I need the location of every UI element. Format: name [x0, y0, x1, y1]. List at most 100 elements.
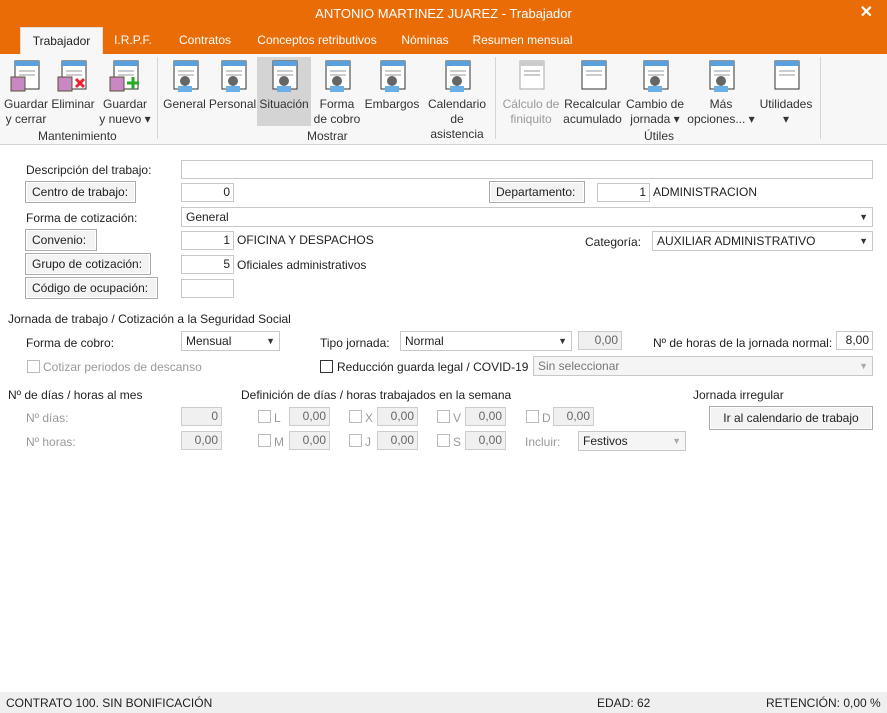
semana-section-title: Definición de días / horas trabajados en… — [241, 388, 512, 402]
dias-label: Nº días: — [26, 411, 69, 425]
ir-calendario-button[interactable]: Ir al calendario de trabajo — [709, 406, 873, 430]
tab-conceptos-retributivos[interactable]: Conceptos retributivos — [252, 27, 382, 54]
group-label-mantenimiento: Mantenimiento — [38, 129, 117, 143]
ribbon-button-label: Situación — [259, 97, 309, 111]
categoria-select[interactable]: AUXILIAR ADMINISTRATIVO ▼ — [652, 231, 873, 251]
ribbon-button-label-2: y nuevo ▾ — [99, 112, 151, 126]
tab-resumen-mensual[interactable]: Resumen mensual — [470, 27, 575, 54]
day-J-hours-input: 0,00 — [377, 431, 418, 450]
grupo-cotizacion-input[interactable]: 5 — [181, 255, 234, 274]
day-V-hours-input: 0,00 — [465, 407, 506, 426]
day-X-hours-input: 0,00 — [377, 407, 418, 426]
ribbon-button-label-2: de cobro — [313, 112, 361, 126]
cotizar-descanso-checkbox[interactable] — [27, 360, 40, 373]
convenio-input[interactable]: 1 — [181, 231, 234, 250]
descripcion-input[interactable] — [181, 160, 873, 179]
ribbon-button-delete[interactable]: Eliminar — [50, 57, 96, 126]
ribbon-button-label: Guardar — [4, 97, 49, 111]
close-icon[interactable]: ✕ — [860, 2, 873, 22]
centro-trabajo-button[interactable]: Centro de trabajo: — [25, 181, 136, 203]
dias-input: 0 — [181, 407, 222, 426]
ribbon-button-save-close[interactable]: Guardar y cerrar — [4, 57, 48, 126]
ribbon-button-label-2: opciones... ▾ — [687, 112, 755, 126]
chevron-down-icon: ▼ — [558, 336, 567, 346]
day-V-label: V — [453, 411, 462, 425]
forma-cobro-value: Mensual — [186, 334, 232, 348]
tab-irpf[interactable]: I.R.P.F. — [108, 27, 158, 54]
ribbon-button-personal[interactable]: Personal — [208, 57, 257, 126]
situation-icon — [272, 60, 298, 92]
day-L-checkbox[interactable] — [258, 410, 271, 423]
ribbon-button-settlement[interactable]: Cálculo de finiquito — [501, 57, 561, 126]
convenio-name: OFICINA Y DESPACHOS — [237, 233, 374, 247]
convenio-button[interactable]: Convenio: — [25, 229, 97, 251]
ribbon-button-label: Cálculo de — [502, 97, 560, 111]
ribbon-button-label-2: acumulado — [563, 112, 622, 126]
horas-mes-input: 0,00 — [181, 431, 222, 450]
ribbon-button-shift-change[interactable]: Cambio de jornada ▾ — [624, 57, 686, 126]
centro-trabajo-input[interactable]: 0 — [181, 183, 234, 202]
status-retencion: RETENCIÓN: 0,00 % — [766, 696, 881, 710]
day-X-checkbox[interactable] — [349, 410, 362, 423]
ribbon-button-payment[interactable]: Forma de cobro — [312, 57, 362, 126]
group-separator — [495, 57, 496, 139]
ribbon-button-calculator[interactable]: Utilidades ▾ — [757, 57, 815, 126]
departamento-button[interactable]: Departamento: — [489, 181, 585, 203]
ribbon-button-label: Forma — [319, 97, 355, 111]
codigo-ocupacion-button[interactable]: Código de ocupación: — [25, 277, 158, 299]
tipo-jornada-label: Tipo jornada: — [320, 336, 390, 350]
ribbon-button-general[interactable]: General — [162, 57, 207, 126]
day-M-checkbox[interactable] — [258, 434, 271, 447]
ribbon-button-more-options[interactable]: Más opciones... ▾ — [686, 57, 756, 126]
day-D-checkbox[interactable] — [526, 410, 539, 423]
more-options-icon — [709, 60, 735, 92]
ribbon-button-situation[interactable]: Situación — [257, 57, 311, 126]
tipo-jornada-select[interactable]: Normal ▼ — [400, 331, 572, 351]
day-V-checkbox[interactable] — [437, 410, 450, 423]
forma-cobro-select[interactable]: Mensual ▼ — [181, 331, 280, 351]
sum-icon — [581, 60, 606, 90]
chevron-down-icon: ▼ — [672, 436, 681, 446]
tipo-jornada-extra-input: 0,00 — [578, 331, 622, 350]
incluir-value: Festivos — [583, 434, 628, 448]
reduccion-select[interactable]: Sin seleccionar ▼ — [533, 356, 873, 376]
group-label-utiles: Útiles — [644, 129, 675, 143]
tab-contratos[interactable]: Contratos — [170, 27, 240, 54]
status-edad: EDAD: 62 — [597, 696, 651, 710]
day-J-checkbox[interactable] — [349, 434, 362, 447]
codigo-ocupacion-input[interactable] — [181, 279, 234, 298]
horas-jornada-input[interactable]: 8,00 — [836, 331, 873, 350]
payment-icon — [325, 60, 351, 92]
grupo-cotizacion-button[interactable]: Grupo de cotización: — [25, 253, 151, 275]
forma-cotizacion-select[interactable]: General ▼ — [181, 207, 873, 227]
day-S-checkbox[interactable] — [437, 434, 450, 447]
ribbon-button-label: General — [163, 97, 206, 111]
calculator-icon — [774, 60, 800, 90]
ribbon-button-sum[interactable]: Recalcular acumulado — [562, 57, 623, 126]
group-separator — [820, 57, 821, 139]
descripcion-label: Descripción del trabajo: — [26, 163, 152, 177]
ribbon-button-label: Guardar — [102, 97, 148, 111]
chevron-down-icon: ▼ — [859, 361, 868, 371]
ribbon-button-calendar[interactable]: Calendario de asistencia — [422, 57, 492, 141]
status-contrato: CONTRATO 100. SIN BONIFICACIÓN — [6, 696, 213, 710]
reduccion-label: Reducción guarda legal / COVID-19 — [337, 360, 529, 374]
ribbon-button-label-2: ▾ — [782, 112, 790, 126]
grupo-cotizacion-name: Oficiales administrativos — [237, 258, 367, 272]
tab-nominas[interactable]: Nóminas — [395, 27, 455, 54]
incluir-select[interactable]: Festivos ▼ — [578, 431, 686, 451]
tab-trabajador[interactable]: Trabajador — [20, 27, 103, 54]
reduccion-value: Sin seleccionar — [538, 359, 620, 373]
ribbon-button-save-new[interactable]: Guardar y nuevo ▾ — [99, 57, 151, 126]
reduccion-checkbox[interactable] — [320, 360, 333, 373]
horas-jornada-label: Nº de horas de la jornada normal: — [653, 336, 833, 350]
tipo-jornada-value: Normal — [405, 334, 444, 348]
mes-section-title: Nº de días / horas al mes — [8, 388, 143, 402]
ribbon-button-label: Recalcular — [564, 97, 621, 111]
ribbon-button-label: Calendario — [427, 97, 487, 111]
chevron-down-icon: ▼ — [859, 212, 868, 222]
day-S-label: S — [453, 435, 462, 449]
departamento-input[interactable]: 1 — [597, 183, 650, 202]
ribbon-button-embargo[interactable]: Embargos — [363, 57, 421, 126]
chevron-down-icon: ▼ — [859, 236, 868, 246]
